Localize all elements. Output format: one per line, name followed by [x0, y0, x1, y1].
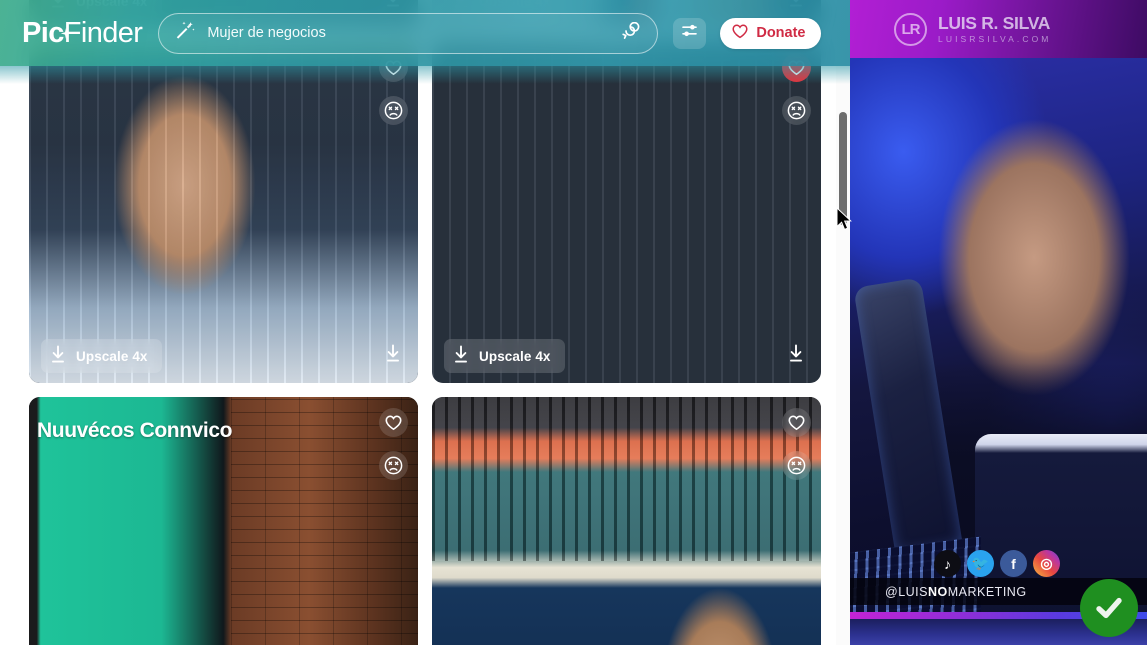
green-check-icon: [1080, 579, 1138, 637]
handle-suffix: MARKETING: [947, 584, 1027, 599]
upscale-button[interactable]: Upscale 4x: [444, 339, 565, 373]
grid-row: Nuuvécos Connvico: [29, 397, 834, 645]
image-result-card[interactable]: [432, 397, 821, 645]
search-input-value: Mujer de negocios: [207, 25, 326, 41]
handle-bold: NO: [927, 584, 948, 599]
grid-row: Upscale 4x Upscale 4x: [29, 42, 834, 383]
card-bottom-bar: Upscale 4x: [29, 339, 418, 373]
favorite-button[interactable]: [379, 408, 408, 437]
generated-overlay-text: Nuuvécos Connvico: [37, 419, 233, 442]
upscale-button[interactable]: Upscale 4x: [41, 339, 162, 373]
upscale-button-label: Upscale 4x: [76, 348, 148, 364]
social-icons-row: ♪ 🐦 f ◎: [934, 550, 1060, 577]
dislike-button[interactable]: [379, 96, 408, 125]
sparkle-icon: [60, 15, 72, 39]
card-action-buttons: [379, 408, 408, 480]
infinite-loop-icon[interactable]: [617, 21, 643, 45]
instagram-icon[interactable]: ◎: [1033, 550, 1060, 577]
page-scrollbar[interactable]: [836, 0, 850, 645]
upscale-button-label: Upscale 4x: [479, 348, 551, 364]
magic-wand-icon: [175, 21, 195, 46]
shelf-texture: [29, 42, 418, 383]
card-action-buttons: [782, 408, 811, 480]
video-brand-name: LUIS R. SILVA: [938, 12, 1051, 33]
webcam-video-pane[interactable]: LR LUIS R. SILVA LUISRSILVA.COM ♪ 🐦 f ◎ @LU…: [850, 0, 1147, 645]
logo-text-bold: Pic: [22, 16, 64, 49]
dislike-button[interactable]: [782, 96, 811, 125]
download-button[interactable]: [382, 342, 404, 370]
video-brand-url: LUISRSILVA.COM: [938, 34, 1052, 45]
download-button[interactable]: [785, 342, 807, 370]
dislike-button[interactable]: [782, 451, 811, 480]
video-brand-header: LR LUIS R. SILVA LUISRSILVA.COM: [850, 0, 1147, 58]
image-results-grid: Upscale 4xUpscale 4xUpscale 4xUpscale 4x…: [0, 0, 850, 645]
twitter-icon[interactable]: 🐦: [967, 550, 994, 577]
image-result-card[interactable]: Upscale 4x: [432, 42, 821, 383]
donate-button-label: Donate: [756, 25, 806, 41]
image-result-card[interactable]: Nuuvécos Connvico: [29, 397, 418, 645]
dislike-button[interactable]: [379, 451, 408, 480]
donate-button[interactable]: Donate: [720, 17, 821, 49]
social-handle: @LUISNOMARKETING: [885, 585, 1027, 599]
favorite-button[interactable]: [782, 408, 811, 437]
facebook-icon[interactable]: f: [1000, 550, 1027, 577]
app-header: Pic Finder Mujer de negocios Donate: [0, 0, 850, 84]
screen-root: Upscale 4xUpscale 4xUpscale 4xUpscale 4x…: [0, 0, 1147, 645]
picfinder-app-pane: Upscale 4xUpscale 4xUpscale 4xUpscale 4x…: [0, 0, 850, 645]
tiktok-icon[interactable]: ♪: [934, 550, 961, 577]
image-result-card[interactable]: Upscale 4x: [29, 42, 418, 383]
logo-text-light: Finder: [63, 16, 143, 49]
card-bottom-bar: Upscale 4x: [432, 339, 821, 373]
luis-silva-logo-icon: LR: [894, 12, 927, 46]
search-input[interactable]: Mujer de negocios: [158, 12, 659, 54]
settings-button[interactable]: [673, 17, 707, 49]
download-icon: [452, 345, 470, 367]
shelf-texture: [432, 42, 821, 383]
book-spines-texture: [432, 397, 821, 561]
handle-prefix: @LUIS: [885, 584, 928, 599]
download-icon: [49, 345, 67, 367]
scrollbar-thumb[interactable]: [839, 112, 847, 225]
heart-outline-icon: [732, 23, 748, 43]
picfinder-logo[interactable]: Pic Finder: [22, 15, 143, 50]
sliders-settings-icon: [680, 21, 699, 45]
